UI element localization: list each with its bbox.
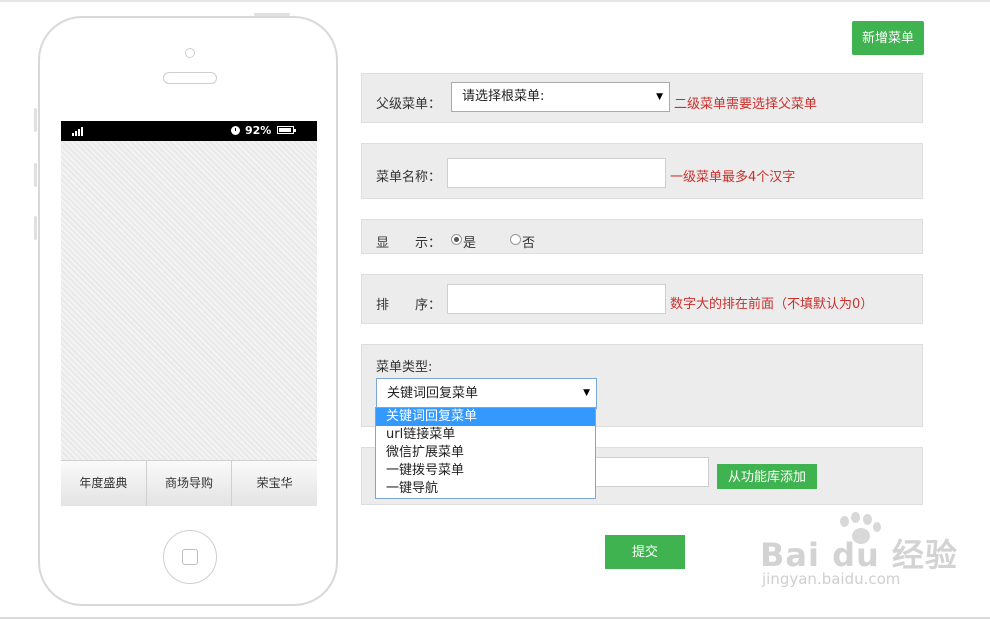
menu-type-dropdown-list: 关键词回复菜单 url链接菜单 微信扩展菜单 一键拨号菜单 一键导航 [375,407,596,499]
add-menu-button[interactable]: 新增菜单 [852,21,924,55]
phone-menu-item-1[interactable]: 年度盛典 [61,461,147,506]
phone-camera [185,48,195,58]
battery-icon [277,126,296,134]
menu-type-select[interactable]: 关键词回复菜单 ▼ [376,378,597,409]
menu-name-label: 菜单名称： [376,170,442,185]
phone-preview: 92% 年度盛典 商场导购 荣宝华 [34,13,338,606]
sort-input[interactable] [447,284,666,314]
battery-percent: 92% [245,124,272,137]
menu-type-select-value: 关键词回复菜单 [387,386,479,401]
phone-bottom-menu: 年度盛典 商场导购 荣宝华 [61,460,317,506]
library-input[interactable] [595,457,709,487]
sort-row: 排 序： 数字大的排在前面（不填默认为0） [361,274,923,324]
home-square-icon [182,549,198,565]
display-row: 显 示： 是 否 [361,219,923,254]
submit-button[interactable]: 提交 [605,535,685,569]
display-yes-label: 是 [463,236,477,251]
menu-type-option[interactable]: url链接菜单 [376,426,595,444]
sort-hint: 数字大的排在前面（不填默认为0） [670,297,874,312]
menu-type-option[interactable]: 微信扩展菜单 [376,444,595,462]
phone-status-bar: 92% [61,121,317,141]
phone-screen: 92% 年度盛典 商场导购 荣宝华 [61,121,317,506]
phone-volume-down-button [34,216,37,240]
phone-menu-item-3[interactable]: 荣宝华 [232,461,317,506]
menu-name-input[interactable] [447,158,666,188]
display-no-label: 否 [522,236,536,251]
phone-menu-item-2[interactable]: 商场导购 [147,461,233,506]
clock-icon [231,126,240,135]
parent-menu-select[interactable]: 请选择根菜单: ▼ [451,82,670,112]
display-yes-radio[interactable] [451,234,462,245]
phone-side-button [34,108,37,132]
menu-type-option[interactable]: 一键拨号菜单 [376,462,595,480]
dropdown-arrow-icon: ▼ [583,388,590,398]
watermark-url: jingyan.baidu.com [762,570,901,588]
parent-menu-hint: 二级菜单需要选择父菜单 [674,97,818,112]
menu-type-option[interactable]: 关键词回复菜单 [376,408,595,426]
phone-home-button [163,530,217,584]
top-border [0,0,990,2]
menu-name-hint: 一级菜单最多4个汉字 [670,170,796,185]
display-no-radio[interactable] [510,234,521,245]
parent-menu-select-value: 请选择根菜单: [462,89,545,104]
parent-menu-label: 父级菜单： [376,97,442,112]
dropdown-arrow-icon: ▼ [656,92,663,102]
parent-menu-row: 父级菜单： 请选择根菜单: ▼ 二级菜单需要选择父菜单 [361,73,923,123]
menu-name-row: 菜单名称： 一级菜单最多4个汉字 [361,143,923,199]
sort-label: 排 序： [376,298,442,313]
menu-type-label: 菜单类型: [376,360,433,375]
phone-volume-up-button [34,163,37,187]
display-label: 显 示： [376,236,442,251]
phone-power-button [254,13,290,16]
add-from-library-button[interactable]: 从功能库添加 [717,464,817,489]
phone-speaker [163,72,217,84]
menu-type-option[interactable]: 一键导航 [376,480,595,498]
